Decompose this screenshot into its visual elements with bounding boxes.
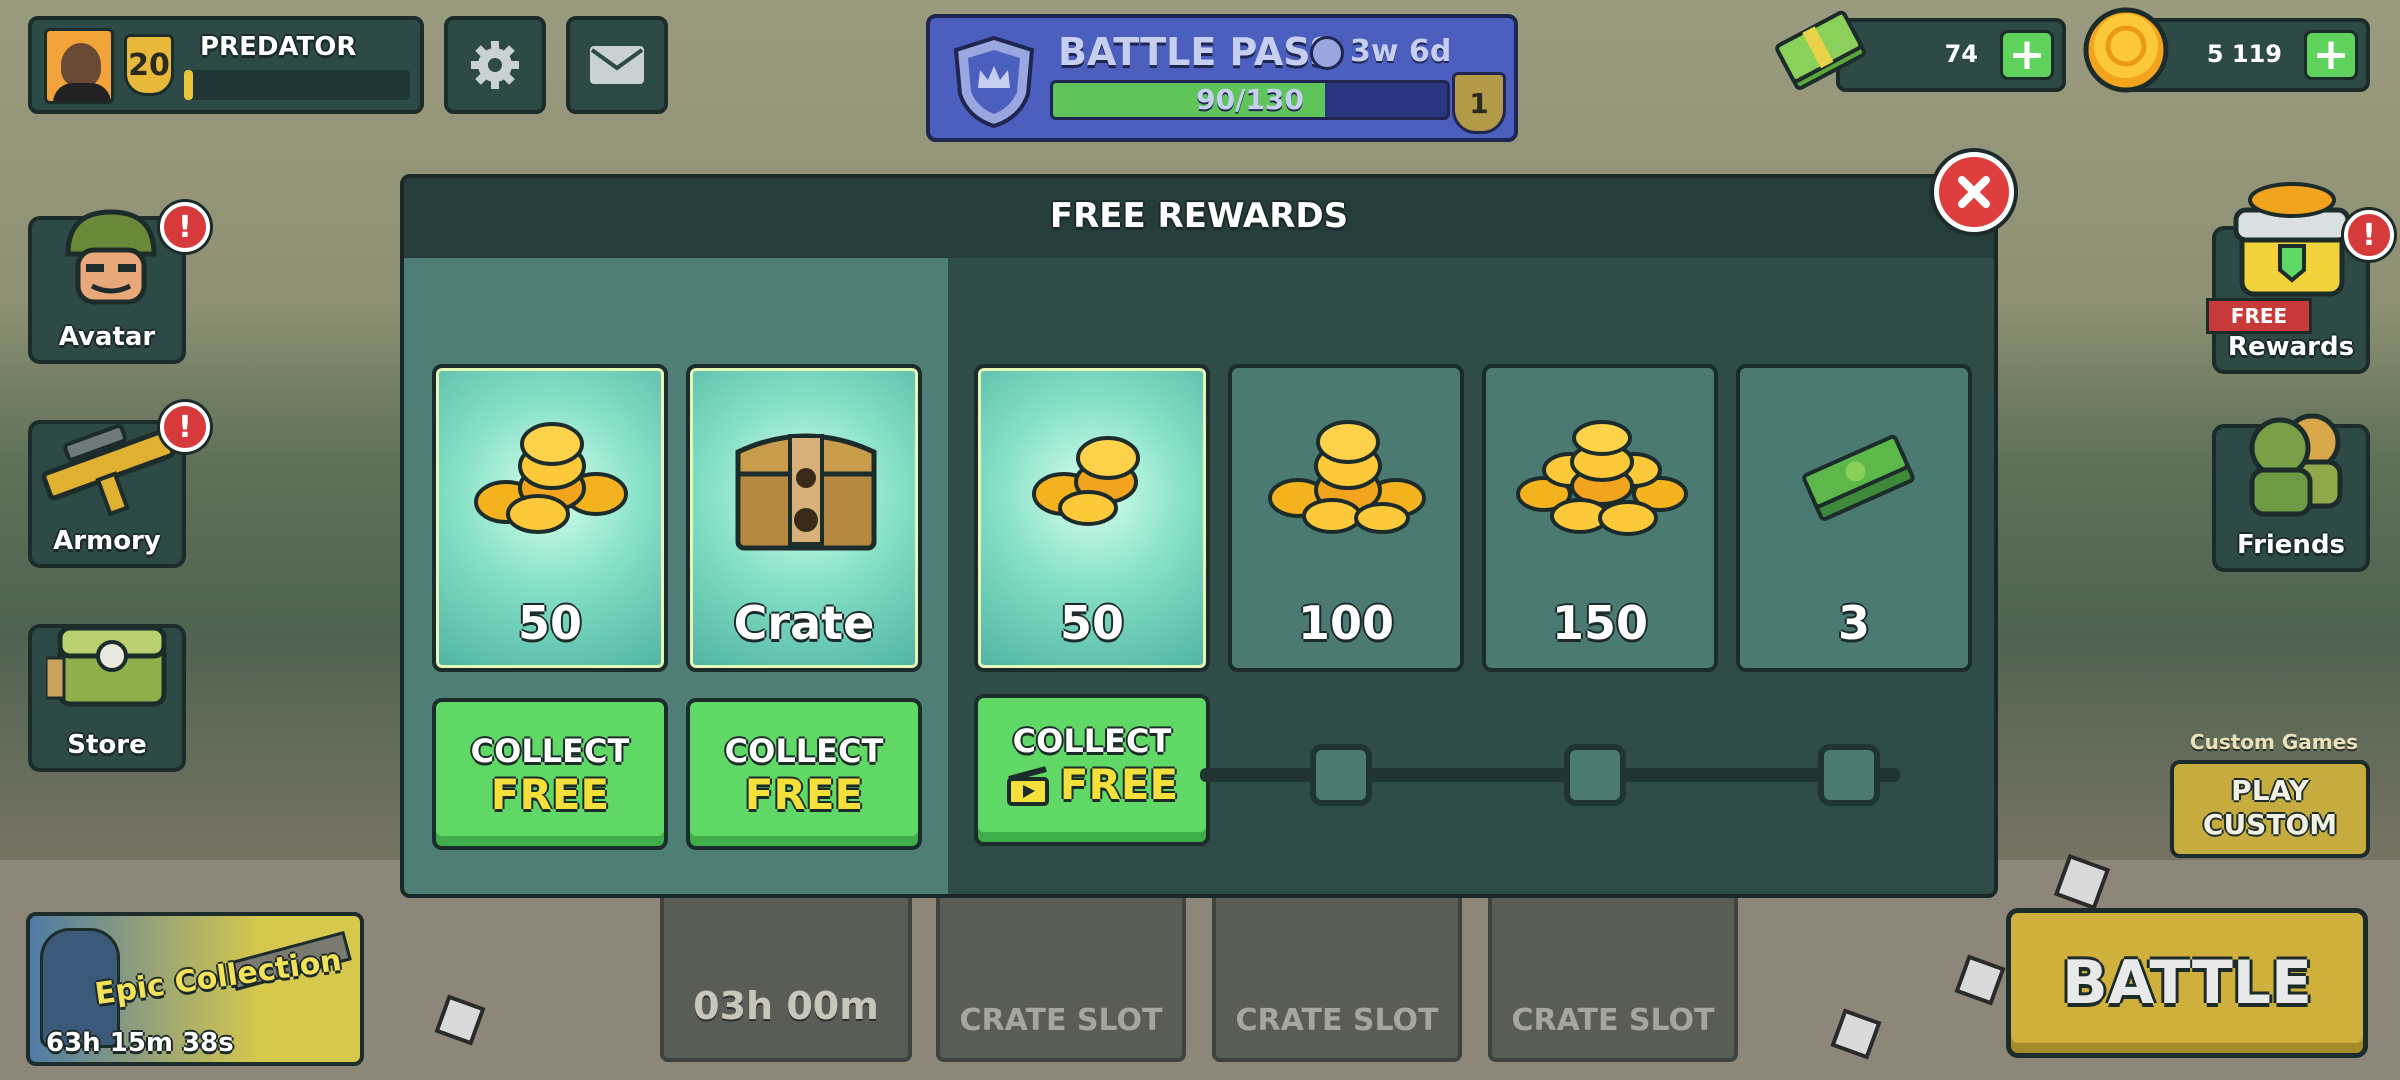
- close-icon: [1958, 176, 1990, 208]
- rewards-menu-label: Rewards: [2227, 332, 2355, 362]
- player-name: PREDATOR: [200, 32, 357, 62]
- collect-free-label: FREE: [490, 770, 610, 819]
- custom-games-label: Custom Games: [2189, 730, 2359, 754]
- battle-button[interactable]: BATTLE: [2006, 908, 2368, 1058]
- collect-free-label: FREE: [1059, 760, 1179, 809]
- reward-card[interactable]: 50: [974, 364, 1210, 672]
- reward-progress-node: [1310, 744, 1372, 806]
- reward-card-value: 50: [517, 596, 582, 650]
- collect-free-button[interactable]: COLLECT FREE: [432, 698, 668, 850]
- reward-progress-track: [1200, 768, 1900, 782]
- crate-slot-label: CRATE SLOT: [1511, 1003, 1715, 1038]
- crate-slot-label: CRATE SLOT: [959, 1003, 1163, 1038]
- battle-pass-progress-bar: 90/130: [1050, 80, 1450, 120]
- crate-slot-empty[interactable]: CRATE SLOT: [1212, 886, 1462, 1062]
- crate-slot-empty[interactable]: CRATE SLOT: [1488, 886, 1738, 1062]
- friends-menu-label: Friends: [2236, 530, 2346, 560]
- rewards-free-badge: FREE: [2206, 298, 2312, 334]
- crate-slot-empty[interactable]: CRATE SLOT: [936, 886, 1186, 1062]
- battle-pass-tier: 1: [1469, 86, 1489, 120]
- friends-menu-button[interactable]: Friends: [2212, 413, 2370, 572]
- collect-label: COLLECT: [470, 732, 630, 770]
- play-custom-button[interactable]: PLAY CUSTOM: [2170, 760, 2370, 858]
- rewards-free-badge-label: FREE: [2230, 304, 2288, 328]
- dialog-title: FREE REWARDS: [1049, 196, 1349, 236]
- level-number: 20: [128, 47, 170, 83]
- coin-icon: [2083, 7, 2169, 93]
- cash-balance: 74 +: [1836, 18, 2066, 92]
- battle-pass-panel[interactable]: BATTLE PASS 3w 6d 90/130 1: [926, 14, 1518, 142]
- avatar-alert-icon: !: [160, 202, 210, 252]
- clock-icon: [1310, 36, 1344, 70]
- crate-icon: [735, 433, 877, 551]
- mail-button[interactable]: [566, 16, 668, 114]
- video-clapper-icon: [1006, 765, 1049, 806]
- play-custom-label: PLAY CUSTOM: [2202, 774, 2338, 841]
- store-menu-button[interactable]: Store: [28, 624, 186, 772]
- cash-icon: [1775, 10, 1867, 90]
- epic-collection-banner[interactable]: Epic Collection 63h 15m 38s: [26, 912, 364, 1066]
- reward-card[interactable]: 150: [1482, 364, 1718, 672]
- collect-free-button[interactable]: COLLECT FREE: [686, 698, 922, 850]
- battle-pass-time-left: 3w 6d: [1350, 34, 1452, 69]
- coin-amount: 5 119: [2206, 40, 2282, 68]
- store-menu-label: Store: [67, 730, 147, 760]
- rewards-chest-icon: [2233, 182, 2351, 297]
- battle-pass-title: BATTLE PASS: [1058, 30, 1337, 74]
- reward-card[interactable]: 3: [1736, 364, 1972, 672]
- coins-icon: [1032, 436, 1140, 526]
- gear-icon: [471, 41, 519, 89]
- add-cash-button[interactable]: +: [2000, 30, 2054, 80]
- store-crate-icon: [46, 625, 167, 707]
- xp-bar: [184, 70, 410, 100]
- epic-collection-timer: 63h 15m 38s: [46, 1028, 234, 1058]
- crate-timer-label: 03h 00m: [693, 984, 879, 1028]
- player-avatar: [44, 28, 114, 104]
- collect-label: COLLECT: [724, 732, 884, 770]
- rewards-alert-icon: !: [2344, 210, 2394, 260]
- collect-free-video-button[interactable]: COLLECT FREE: [974, 694, 1210, 846]
- crate-slot-timer[interactable]: 03h 00m: [660, 886, 912, 1062]
- epic-collection-title: Epic Collection: [92, 942, 344, 1013]
- collect-label: COLLECT: [1012, 722, 1172, 760]
- close-dialog-button[interactable]: [1934, 152, 2014, 232]
- reward-card-value: 3: [1837, 596, 1870, 650]
- level-badge: 20: [124, 34, 174, 96]
- reward-card-value: Crate: [733, 596, 875, 650]
- reward-card[interactable]: 50: [432, 364, 668, 672]
- coins-icon: [1268, 420, 1426, 534]
- battle-pass-progress-text: 90/130: [1196, 83, 1304, 116]
- cash-icon: [1802, 434, 1915, 521]
- reward-card[interactable]: 100: [1228, 364, 1464, 672]
- battle-label: BATTLE: [2062, 948, 2312, 1018]
- envelope-icon: [590, 46, 644, 84]
- player-card[interactable]: 20 PREDATOR: [28, 16, 424, 114]
- friends-icon: [2249, 413, 2343, 517]
- reward-card-value: 150: [1551, 596, 1649, 650]
- reward-card-value: 100: [1297, 596, 1395, 650]
- reward-progress-node: [1818, 744, 1880, 806]
- coins-icon: [1516, 420, 1688, 536]
- reward-progress-node: [1564, 744, 1626, 806]
- free-rewards-dialog: FREE REWARDS 50 Crate 50 100 150 3 COLLE…: [400, 174, 1998, 898]
- add-coins-button[interactable]: +: [2304, 30, 2358, 80]
- armory-menu-label: Armory: [53, 526, 161, 556]
- coins-icon: [474, 422, 628, 534]
- reward-card[interactable]: Crate: [686, 364, 922, 672]
- crown-shield-icon: [953, 35, 1035, 129]
- avatar-menu-label: Avatar: [58, 322, 156, 352]
- collect-free-label: FREE: [744, 770, 864, 819]
- soldier-head-icon: [65, 209, 157, 305]
- cash-amount: 74: [1944, 40, 1978, 68]
- armory-alert-icon: !: [160, 402, 210, 452]
- xp-bar-fill: [184, 70, 194, 100]
- rewards-menu-button[interactable]: FREE Rewards: [2206, 182, 2370, 374]
- crate-slot-label: CRATE SLOT: [1235, 1003, 1439, 1038]
- armory-menu-button[interactable]: Armory: [28, 420, 186, 568]
- reward-card-value: 50: [1059, 596, 1124, 650]
- settings-button[interactable]: [444, 16, 546, 114]
- battle-pass-tier-badge: 1: [1452, 72, 1506, 134]
